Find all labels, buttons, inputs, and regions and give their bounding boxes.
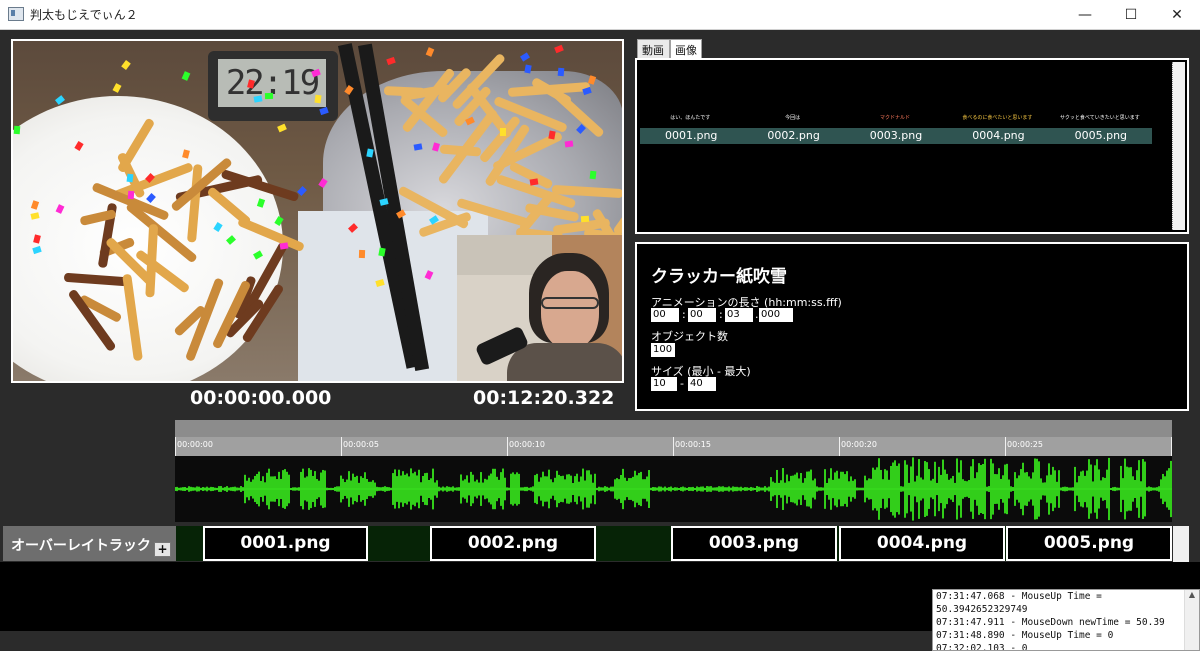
dot-separator: . xyxy=(755,308,759,321)
ruler-tick-label: 00:00:15 xyxy=(675,440,711,449)
pip-body xyxy=(507,343,622,381)
confetti-piece xyxy=(264,92,273,100)
confetti-piece xyxy=(126,173,134,183)
object-count-input[interactable]: 100 xyxy=(651,343,675,357)
video-preview[interactable]: 22:19 xyxy=(11,39,624,383)
pip-face xyxy=(541,271,599,349)
image-list-row[interactable]: 0001.png 0002.png 0003.png 0004.png 0005… xyxy=(640,128,1152,144)
title-bar: 判太もじえでぃん２ — ☐ ✕ xyxy=(0,0,1200,30)
confetti-piece xyxy=(365,148,374,158)
add-overlay-button[interactable]: + xyxy=(154,542,171,557)
ruler-tick xyxy=(839,437,840,456)
caption-1: はい、ほんたです xyxy=(670,115,711,121)
caption-4: 食べるのに食べたいと思います xyxy=(962,115,1033,121)
size-max-input[interactable]: 40 xyxy=(688,377,716,391)
confetti-piece xyxy=(500,128,507,137)
dash-separator: - xyxy=(680,377,684,390)
overlay-track-label: オーバーレイトラック xyxy=(11,538,151,554)
image-file-3[interactable]: 0003.png xyxy=(845,128,947,144)
overlay-clip[interactable]: 0001.png xyxy=(203,526,368,561)
confetti-piece xyxy=(13,125,21,134)
overlay-clip[interactable]: 0004.png xyxy=(839,526,1005,561)
clock-reading: 22:19 xyxy=(218,59,326,107)
confetti-piece xyxy=(580,215,590,223)
overlay-track-header: オーバーレイトラック + xyxy=(3,526,176,561)
minimize-button[interactable]: — xyxy=(1062,0,1108,29)
overlay-clip[interactable]: 0002.png xyxy=(430,526,596,561)
caption-5: サクッと食べていきたいと思います xyxy=(1059,115,1140,121)
duration-hh-input[interactable]: 00 xyxy=(651,308,679,322)
duration-ss-input[interactable]: 03 xyxy=(725,308,753,322)
ruler-tick-label: 00:00:20 xyxy=(841,440,877,449)
image-file-1[interactable]: 0001.png xyxy=(640,128,742,144)
confetti-piece xyxy=(589,170,597,180)
ruler-tick-label: 00:00:00 xyxy=(177,440,213,449)
log-line: 07:32:02.103 - 0 xyxy=(936,643,1028,651)
tab-image[interactable]: 画像 xyxy=(670,39,702,60)
ruler-tick xyxy=(507,437,508,456)
overlay-track[interactable]: 0001.png 0002.png 0003.png 0004.png 0005… xyxy=(176,526,1172,561)
image-file-5[interactable]: 0005.png xyxy=(1050,128,1152,144)
caption-3: マクドナルド xyxy=(880,115,911,121)
confetti-piece xyxy=(314,94,322,104)
colon-separator: : xyxy=(719,308,723,321)
debug-log[interactable]: 07:31:47.068 - MouseUp Time = 50.3942652… xyxy=(932,589,1200,651)
effect-title: クラッカー紙吹雪 xyxy=(651,267,787,287)
log-line: 07:31:47.911 - MouseDown newTime = 50.39 xyxy=(936,617,1165,628)
digital-clock: 22:19 xyxy=(208,51,338,121)
ruler-tick xyxy=(673,437,674,456)
timecode-total: 00:12:20.322 xyxy=(473,387,615,409)
maximize-button[interactable]: ☐ xyxy=(1108,0,1154,29)
timeline-ruler[interactable]: 00:00:00 00:00:05 00:00:10 00:00:15 00:00:20… xyxy=(175,420,1172,456)
image-file-4[interactable]: 0004.png xyxy=(947,128,1049,144)
ruler-tick-label: 00:00:05 xyxy=(343,440,379,449)
duration-mm-input[interactable]: 00 xyxy=(688,308,716,322)
overlay-clip[interactable]: 0003.png xyxy=(671,526,837,561)
image-list-panel: はい、ほんたです 今回は マクドナルド 食べるのに食べたいと思います サクッと食… xyxy=(635,58,1189,234)
colon-separator: : xyxy=(682,308,686,321)
ruler-tick-label: 00:00:25 xyxy=(1007,440,1043,449)
object-count-label: オブジェクト数 xyxy=(651,330,728,343)
window-title: 判太もじえでぃん２ xyxy=(30,8,138,22)
confetti-piece xyxy=(557,67,565,76)
ruler-tick-label: 00:00:10 xyxy=(509,440,545,449)
duration-fff-input[interactable]: 000 xyxy=(759,308,793,322)
confetti-piece xyxy=(127,190,135,199)
webcam-overlay xyxy=(457,235,622,381)
tab-video[interactable]: 動画 xyxy=(637,39,670,59)
effect-properties-panel: クラッカー紙吹雪 アニメーションの長さ (hh:mm:ss.fff) 00 : … xyxy=(635,242,1189,411)
image-file-2[interactable]: 0002.png xyxy=(742,128,844,144)
close-button[interactable]: ✕ xyxy=(1154,0,1200,29)
ruler-tick xyxy=(175,437,176,456)
overlay-clip[interactable]: 0005.png xyxy=(1006,526,1172,561)
app-icon xyxy=(8,7,24,21)
size-min-input[interactable]: 10 xyxy=(651,377,677,391)
ruler-tick xyxy=(1171,437,1172,456)
audio-waveform[interactable] xyxy=(175,456,1172,522)
log-scroll-up-icon[interactable]: ▲ xyxy=(1184,590,1199,650)
confetti-piece xyxy=(564,140,574,148)
caption-2: 今回は xyxy=(785,115,801,121)
ruler-tick xyxy=(1005,437,1006,456)
ruler-tick xyxy=(341,437,342,456)
log-line: 07:31:48.890 - MouseUp Time = 0 xyxy=(936,630,1114,641)
image-list-header: はい、ほんたです 今回は マクドナルド 食べるのに食べたいと思います サクッと食… xyxy=(639,114,1151,126)
confetti-piece xyxy=(358,250,366,259)
log-line: 50.3942652329749 xyxy=(936,604,1028,615)
timecode-current: 00:00:00.000 xyxy=(190,387,332,409)
log-line: 07:31:47.068 - MouseUp Time = xyxy=(936,591,1102,602)
pip-glasses xyxy=(541,297,599,309)
image-list-scrollbar[interactable] xyxy=(1172,62,1185,230)
confetti-piece xyxy=(529,178,539,186)
